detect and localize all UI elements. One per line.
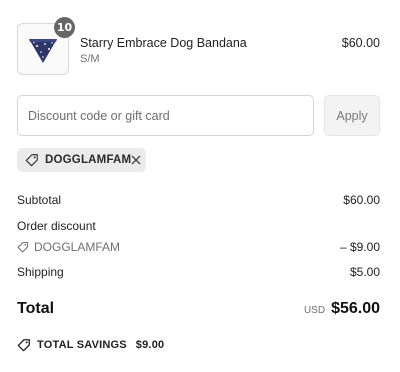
total-savings: TOTAL SAVINGS $9.00: [17, 338, 164, 352]
subtotal-value: $60.00: [343, 193, 380, 207]
discount-value: – $9.00: [339, 240, 380, 254]
product-variant: S/M: [80, 53, 100, 65]
line-item: 10 Starry Embrace Dog Bandana S/M $60.00: [17, 17, 380, 75]
product-price: $60.00: [341, 36, 380, 50]
tag-icon: [17, 241, 29, 253]
savings-value: $9.00: [135, 339, 165, 351]
discount-code-name: DOGGLAMFAM: [34, 240, 121, 254]
apply-button[interactable]: Apply: [324, 95, 380, 136]
order-summary: 10 Starry Embrace Dog Bandana S/M $60.00…: [0, 0, 400, 372]
remove-discount-icon[interactable]: [131, 154, 141, 166]
savings-label: TOTAL SAVINGS: [37, 339, 127, 351]
currency-code: USD: [303, 305, 326, 316]
applied-code-label: DOGGLAMFAM: [45, 154, 132, 166]
discount-code-input[interactable]: [17, 95, 314, 136]
shipping-value: $5.00: [349, 265, 380, 279]
tag-icon: [25, 153, 39, 167]
total-label: Total: [17, 300, 55, 317]
total-amount: $56.00: [331, 300, 380, 317]
shipping-label: Shipping: [17, 265, 64, 279]
product-name: Starry Embrace Dog Bandana: [80, 36, 247, 50]
tag-icon: [17, 338, 31, 352]
quantity-badge: 10: [54, 17, 75, 38]
applied-discount-tag: DOGGLAMFAM: [17, 148, 146, 172]
order-discount-label: Order discount: [17, 219, 96, 233]
subtotal-label: Subtotal: [17, 193, 62, 207]
total-row: Total USD $56.00: [17, 300, 380, 320]
